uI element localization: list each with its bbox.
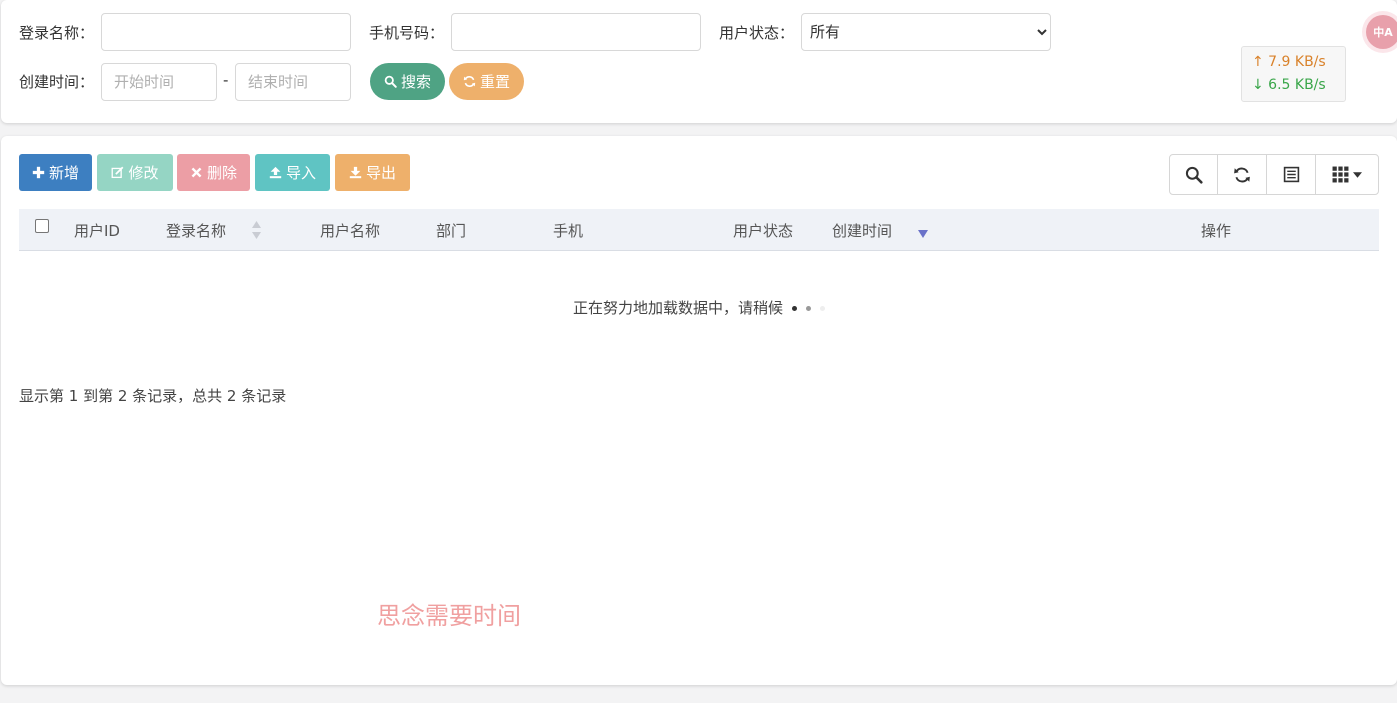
status-select[interactable]: 所有 bbox=[801, 13, 1051, 51]
column-header-actions: 操作 bbox=[1201, 222, 1232, 240]
export-button-label: 导出 bbox=[365, 164, 396, 182]
status-label: 用户状态： bbox=[719, 24, 795, 42]
upload-speed: ↑ 7.9 KB/s bbox=[1252, 54, 1326, 70]
login-name-input[interactable] bbox=[101, 13, 351, 51]
list-icon bbox=[1283, 166, 1299, 183]
loading-indicator: 正在努力地加载数据中，请稍候 bbox=[1, 297, 1397, 318]
select-all-checkbox[interactable] bbox=[35, 219, 49, 233]
end-time-input[interactable] bbox=[235, 63, 351, 101]
reset-button[interactable]: 重置 bbox=[449, 63, 524, 100]
translate-icon[interactable]: 中A bbox=[1366, 15, 1397, 49]
plus-icon bbox=[32, 166, 45, 179]
refresh-icon bbox=[463, 76, 476, 87]
column-header-user-id[interactable]: 用户ID bbox=[74, 220, 120, 241]
toggle-view-button[interactable] bbox=[1267, 155, 1316, 194]
created-time-label: 创建时间： bbox=[19, 73, 95, 91]
add-button-label: 新增 bbox=[48, 164, 79, 182]
delete-button[interactable]: 删除 bbox=[177, 154, 250, 191]
delete-button-label: 删除 bbox=[206, 164, 237, 182]
columns-button[interactable] bbox=[1316, 155, 1378, 194]
upload-icon bbox=[269, 166, 282, 179]
loading-text: 正在努力地加载数据中，请稍候 bbox=[572, 299, 783, 317]
search-button-label: 搜索 bbox=[400, 73, 431, 91]
reset-button-label: 重置 bbox=[479, 73, 510, 91]
import-button-label: 导入 bbox=[285, 164, 316, 182]
sort-both-icon bbox=[252, 221, 261, 239]
network-speed-widget: ↑ 7.9 KB/s ↓ 6.5 KB/s bbox=[1241, 46, 1346, 102]
edit-button-label: 修改 bbox=[128, 164, 159, 182]
close-icon bbox=[191, 167, 202, 178]
edit-icon bbox=[112, 166, 124, 179]
table-header: 用户ID 登录名称 用户名称 部门 手机 用户状态 创建时间 操作 bbox=[19, 209, 1379, 251]
table-tools-group bbox=[1169, 154, 1379, 195]
import-button[interactable]: 导入 bbox=[255, 154, 330, 191]
search-button[interactable]: 搜索 bbox=[370, 63, 445, 100]
sort-desc-icon bbox=[918, 230, 928, 238]
column-header-login-name[interactable]: 登录名称 bbox=[166, 220, 226, 241]
column-header-status[interactable]: 用户状态 bbox=[733, 220, 793, 241]
download-icon bbox=[349, 166, 362, 179]
grid-icon bbox=[1332, 166, 1349, 183]
caret-down-icon bbox=[1353, 171, 1362, 178]
column-header-created-time[interactable]: 创建时间 bbox=[832, 220, 892, 241]
add-button[interactable]: 新增 bbox=[19, 154, 92, 191]
range-separator: - bbox=[223, 71, 229, 89]
toggle-search-button[interactable] bbox=[1170, 155, 1218, 194]
refresh-icon bbox=[1234, 167, 1250, 182]
phone-label: 手机号码： bbox=[369, 24, 445, 42]
column-header-department[interactable]: 部门 bbox=[436, 220, 466, 241]
export-button[interactable]: 导出 bbox=[335, 154, 410, 191]
start-time-input[interactable] bbox=[101, 63, 217, 101]
loading-dot bbox=[806, 306, 811, 311]
translate-badge-label: 中A bbox=[1373, 26, 1393, 39]
phone-input[interactable] bbox=[451, 13, 701, 51]
loading-dot bbox=[820, 306, 825, 311]
search-panel: 登录名称： 手机号码： 用户状态： 所有 创建时间： - 搜索 重置 ↑ 7.9… bbox=[1, 0, 1397, 123]
table-panel: 新增 修改 删除 导入 导出 用户ID 登录名称 用户名称 部门 手机 用户状态… bbox=[1, 136, 1397, 685]
search-icon bbox=[384, 75, 397, 88]
loading-dot bbox=[792, 306, 797, 311]
pagination-info: 显示第 1 到第 2 条记录，总共 2 条记录 bbox=[19, 387, 287, 405]
column-header-user-name[interactable]: 用户名称 bbox=[320, 220, 380, 241]
column-header-phone[interactable]: 手机 bbox=[553, 220, 583, 241]
download-speed: ↓ 6.5 KB/s bbox=[1252, 77, 1326, 93]
edit-button[interactable]: 修改 bbox=[97, 154, 173, 191]
refresh-button[interactable] bbox=[1218, 155, 1267, 194]
search-icon bbox=[1185, 166, 1203, 184]
login-name-label: 登录名称： bbox=[19, 24, 95, 42]
watermark-text: 思念需要时间 bbox=[377, 602, 521, 630]
